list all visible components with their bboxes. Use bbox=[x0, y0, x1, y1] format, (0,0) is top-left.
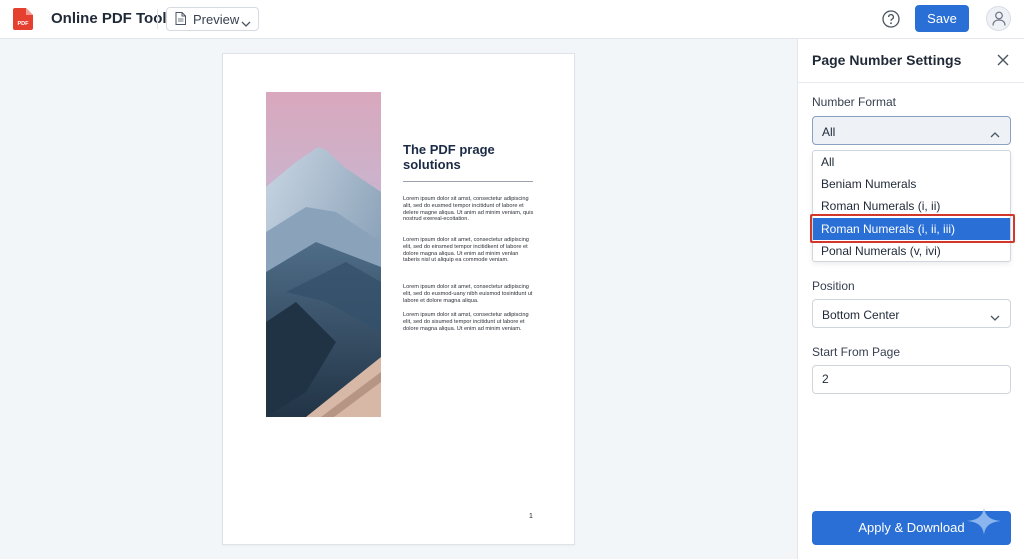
position-value: Bottom Center bbox=[822, 308, 900, 322]
dropdown-option[interactable]: All bbox=[813, 151, 1010, 173]
document-title-rule bbox=[403, 181, 533, 182]
start-page-label: Start From Page bbox=[812, 345, 901, 359]
number-format-select[interactable]: All bbox=[812, 116, 1011, 145]
dropdown-option[interactable]: Ponal Numerals (v, ivi) bbox=[813, 240, 1010, 262]
dropdown-option-selected[interactable]: Roman Numerals (i, ii, iii) bbox=[813, 218, 1010, 240]
preview-label: Preview bbox=[193, 12, 240, 27]
position-select[interactable]: Bottom Center bbox=[812, 299, 1011, 328]
number-format-label: Number Format bbox=[812, 95, 897, 109]
page-number-settings-panel: Page Number Settings Number Format All A… bbox=[797, 39, 1024, 559]
start-page-input[interactable]: 2 bbox=[812, 365, 1011, 394]
page-number: 1 bbox=[529, 513, 533, 520]
document-paragraph: Lorem ipsum dolor sit amst, consectetur … bbox=[403, 196, 534, 223]
chevron-down-icon bbox=[241, 15, 251, 30]
save-button[interactable]: Save bbox=[915, 5, 969, 32]
avatar[interactable] bbox=[986, 6, 1011, 31]
chevron-down-icon bbox=[990, 310, 1000, 324]
document-paragraph: Lorem ipsum dolor sit amet, consectetur … bbox=[403, 237, 529, 264]
document-icon bbox=[175, 12, 186, 28]
svg-text:PDF: PDF bbox=[18, 21, 30, 27]
sparkle-icon bbox=[966, 506, 1002, 541]
mountain-image bbox=[266, 92, 381, 417]
dropdown-option[interactable]: Beniam Numerals bbox=[813, 173, 1010, 195]
chevron-up-icon bbox=[990, 127, 1000, 141]
number-format-dropdown: All Beniam Numerals Roman Numerals (i, i… bbox=[810, 150, 1015, 262]
pdf-logo-icon: PDF bbox=[13, 8, 33, 30]
number-format-value: All bbox=[822, 125, 836, 139]
document-paragraph: Lorem ipsum dolor sit amet, consectetur … bbox=[403, 284, 533, 304]
close-icon[interactable] bbox=[996, 53, 1010, 67]
toolbar-divider bbox=[157, 9, 158, 29]
position-label: Position bbox=[812, 279, 855, 293]
panel-header: Page Number Settings bbox=[798, 39, 1024, 83]
help-icon[interactable] bbox=[882, 10, 900, 28]
preview-dropdown-button[interactable]: Preview bbox=[166, 7, 259, 31]
document-title: The PDF prage solutions bbox=[403, 142, 495, 172]
document-paragraph: Lorem ipsum dolor sit amst, consectetur … bbox=[403, 312, 529, 332]
dropdown-option[interactable]: Roman Numerals (i, ii) bbox=[813, 195, 1010, 217]
panel-title: Page Number Settings bbox=[812, 52, 962, 68]
app-title: Online PDF Tool bbox=[51, 10, 167, 27]
user-icon bbox=[992, 11, 1006, 26]
top-bar: PDF Online PDF Tool Preview Save bbox=[0, 0, 1024, 39]
pdf-page-preview: The PDF prage solutions Lorem ipsum dolo… bbox=[222, 53, 575, 545]
